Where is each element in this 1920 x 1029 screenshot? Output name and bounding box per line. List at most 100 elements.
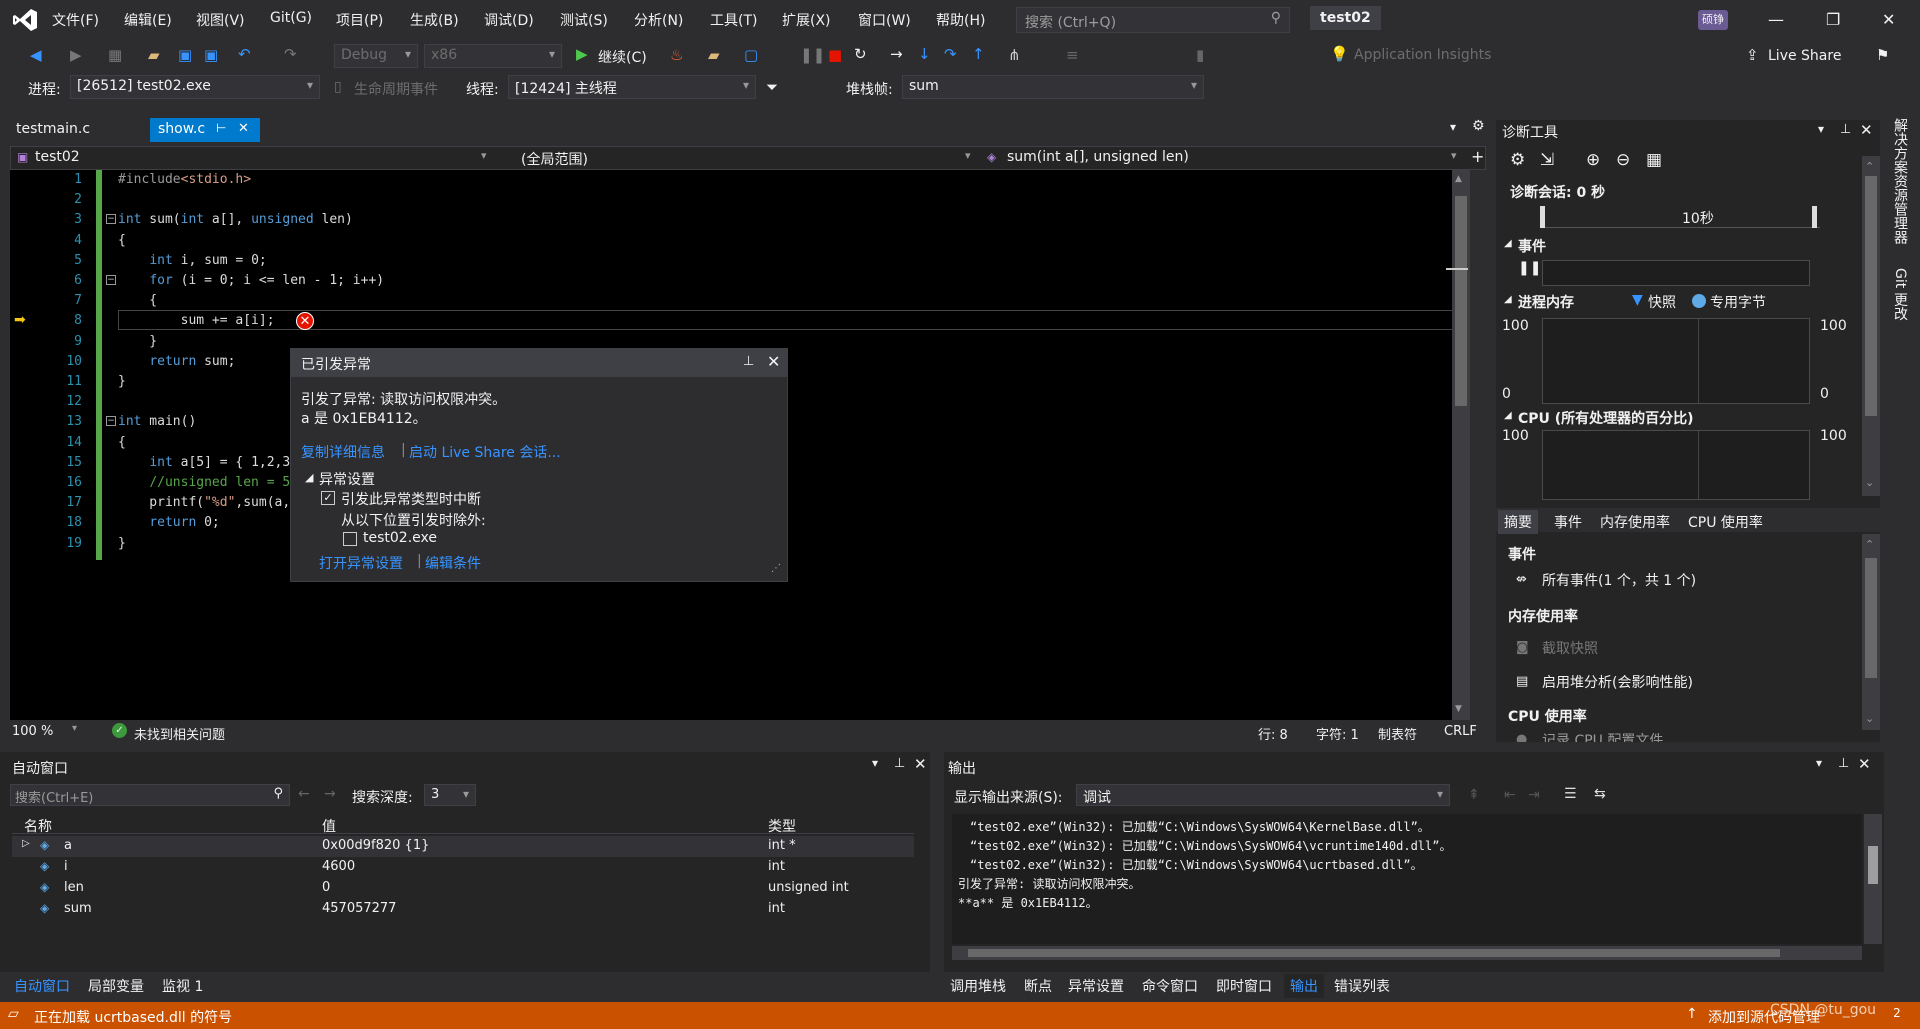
tab-output[interactable]: 输出 xyxy=(1284,974,1324,998)
app-insights-icon[interactable]: 💡 xyxy=(1330,45,1349,63)
menu-item[interactable]: 测试(S) xyxy=(560,10,608,30)
close-icon[interactable]: ✕ xyxy=(767,352,780,371)
reset-zoom-icon[interactable]: ▦ xyxy=(1646,150,1662,170)
scope-dropdown[interactable]: (全局范围) xyxy=(521,149,588,169)
code-line[interactable]: } xyxy=(118,372,126,392)
continue-icon[interactable]: ▶ xyxy=(576,45,588,63)
back-icon[interactable]: ◀ xyxy=(30,46,42,64)
pin-icon[interactable]: ⊥ xyxy=(743,354,754,369)
menu-item[interactable]: 分析(N) xyxy=(634,10,683,30)
browse-folder-icon[interactable]: ▰ xyxy=(708,46,720,64)
process-dropdown[interactable]: [26512] test02.exe xyxy=(70,75,320,99)
restore-icon[interactable]: ❐ xyxy=(1826,10,1840,29)
settings-gear-icon[interactable]: ⚙ xyxy=(1472,118,1485,134)
code-line[interactable]: int main() xyxy=(118,412,196,432)
events-track[interactable] xyxy=(1542,260,1810,286)
tab-autos[interactable]: 自动窗口 xyxy=(14,976,70,996)
char-indicator[interactable]: 字符: 1 xyxy=(1316,724,1359,743)
tab-show[interactable]: show.c ⊢ ✕ xyxy=(150,118,260,142)
autos-search-input[interactable]: 搜索(Ctrl+E) ⚲ xyxy=(10,784,290,806)
pin-icon[interactable]: ⊥ xyxy=(1840,122,1851,137)
word-wrap-icon[interactable]: ⇆ xyxy=(1594,786,1606,802)
editor-scrollbar[interactable]: ▲ ▼ xyxy=(1446,170,1470,720)
scroll-thumb[interactable] xyxy=(1865,558,1877,678)
feedback-icon[interactable]: ⚑ xyxy=(1876,46,1889,64)
tab-cpu-usage[interactable]: CPU 使用率 xyxy=(1688,512,1763,532)
scroll-thumb[interactable] xyxy=(1455,196,1467,406)
scroll-down-icon[interactable]: ⌄ xyxy=(1865,712,1874,725)
next-message-icon[interactable]: ⇥ xyxy=(1528,787,1540,803)
timeline-ruler[interactable]: 10秒 xyxy=(1540,206,1820,228)
code-line[interactable]: { xyxy=(118,433,126,453)
code-line[interactable]: int i, sum = 0; xyxy=(118,251,266,271)
code-line[interactable]: } xyxy=(118,332,157,352)
close-tab-icon[interactable]: ✕ xyxy=(238,121,249,136)
close-icon[interactable]: ✕ xyxy=(1858,755,1871,773)
chevron-down-icon[interactable]: ▾ xyxy=(965,149,971,162)
take-snapshot-button[interactable]: 截取快照 xyxy=(1542,638,1598,658)
var-value[interactable]: 4600 xyxy=(322,859,355,874)
export-icon[interactable]: ⇲ xyxy=(1540,150,1554,170)
lifecycle-icon[interactable]: ▯ xyxy=(334,79,342,95)
prev-message-icon[interactable]: ⇤ xyxy=(1504,787,1516,803)
column-name[interactable]: 名称 xyxy=(24,816,52,836)
menu-item[interactable]: 窗口(W) xyxy=(858,10,911,30)
column-value[interactable]: 值 xyxy=(322,816,336,836)
show-next-statement-icon[interactable]: → xyxy=(890,45,903,63)
timeline-end-handle[interactable] xyxy=(1812,206,1817,228)
code-line[interactable]: int sum(int a[], unsigned len) xyxy=(118,210,353,230)
panel-menu-icon[interactable]: ▾ xyxy=(1818,122,1824,136)
code-line[interactable]: { xyxy=(118,231,126,251)
close-window-icon[interactable]: ✕ xyxy=(1882,10,1895,29)
hot-reload-icon[interactable]: ♨ xyxy=(670,46,683,64)
platform-dropdown[interactable]: x86 xyxy=(424,44,562,68)
pin-icon[interactable]: ⊢ xyxy=(216,121,226,135)
user-avatar[interactable]: 硕铮 xyxy=(1698,10,1728,30)
browser-link-icon[interactable]: ▢ xyxy=(744,46,758,64)
collapse-icon[interactable]: − xyxy=(106,275,116,285)
menu-item[interactable]: Git(G) xyxy=(270,10,312,26)
tab-events[interactable]: 事件 xyxy=(1554,512,1582,532)
forward-arrow-icon[interactable]: → xyxy=(324,786,336,802)
code-line[interactable]: for (i = 0; i <= len - 1; i++) xyxy=(118,271,384,291)
filter-icon[interactable]: ⏷ xyxy=(766,78,778,96)
project-dropdown[interactable]: test02 xyxy=(35,149,80,165)
autos-row[interactable]: ◈ i 4600 int xyxy=(12,857,914,878)
tab-watch[interactable]: 监视 1 xyxy=(162,976,203,996)
diag-bottom-scrollbar[interactable]: ⌃ ⌄ xyxy=(1862,534,1880,730)
save-icon[interactable]: ▣ xyxy=(178,46,192,64)
code-line[interactable]: } xyxy=(118,534,126,554)
collapse-triangle-icon[interactable]: ◢ xyxy=(1504,238,1512,249)
code-line[interactable]: sum += a[i]; xyxy=(118,311,275,331)
forward-icon[interactable]: ▶ xyxy=(70,46,82,64)
tab-summary[interactable]: 摘要 xyxy=(1498,510,1538,534)
tab-locals[interactable]: 局部变量 xyxy=(88,976,144,996)
step-out-icon[interactable]: ↑ xyxy=(972,45,985,63)
find-message-icon[interactable]: ⇞ xyxy=(1468,787,1480,803)
record-cpu-button[interactable]: 记录 CPU 配置文件 xyxy=(1542,730,1663,742)
issues-status[interactable]: 未找到相关问题 xyxy=(134,724,225,743)
autos-row[interactable]: ◈ sum 457057277 int xyxy=(12,899,914,920)
close-icon[interactable]: ✕ xyxy=(914,755,927,773)
notification-badge[interactable]: 2 xyxy=(1886,1006,1908,1024)
zoom-in-icon[interactable]: ⊕ xyxy=(1586,150,1600,170)
new-project-icon[interactable]: ▦ xyxy=(108,46,122,64)
continue-button[interactable]: 继续(C) xyxy=(598,47,647,67)
close-icon[interactable]: ✕ xyxy=(1860,121,1873,139)
search-input[interactable]: 搜索 (Ctrl+Q) ⚲ xyxy=(1016,7,1290,33)
menu-item[interactable]: 项目(P) xyxy=(336,10,383,30)
var-value[interactable]: 457057277 xyxy=(322,901,396,916)
hscroll-thumb[interactable] xyxy=(968,949,1780,957)
cpu-chart[interactable] xyxy=(1542,430,1810,500)
code-line[interactable]: return 0; xyxy=(118,513,219,533)
config-dropdown[interactable]: Debug xyxy=(334,44,418,68)
edit-conditions-link[interactable]: 编辑条件 xyxy=(425,553,481,573)
pin-icon[interactable]: ⊥ xyxy=(1838,756,1849,771)
tabs-indicator[interactable]: 制表符 xyxy=(1378,724,1417,743)
all-events-link[interactable]: 所有事件(1 个，共 1 个) xyxy=(1542,570,1696,590)
menu-item[interactable]: 扩展(X) xyxy=(782,10,831,30)
scroll-down-icon[interactable]: ⌄ xyxy=(1865,476,1874,489)
back-arrow-icon[interactable]: ← xyxy=(298,786,310,802)
code-line[interactable]: #include<stdio.h> xyxy=(118,170,251,190)
menu-item[interactable]: 生成(B) xyxy=(410,10,459,30)
